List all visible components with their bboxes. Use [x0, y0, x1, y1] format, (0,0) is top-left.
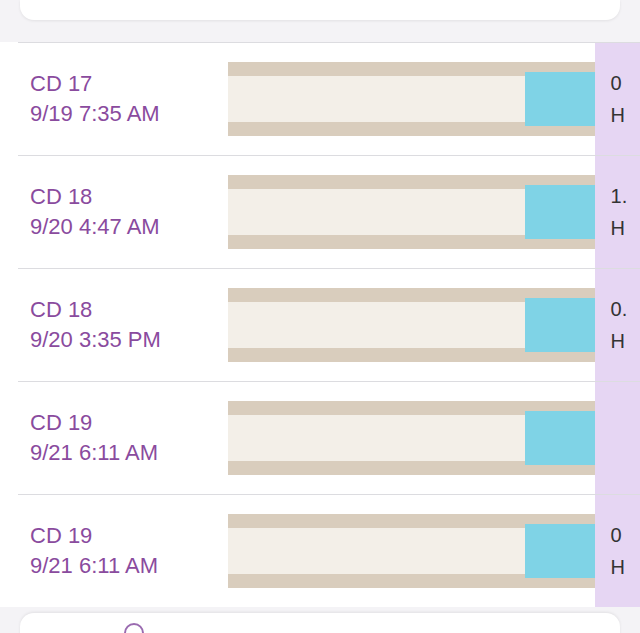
cycle-day: CD 19: [30, 410, 228, 436]
test-date: CD 19 9/21 6:11 AM: [18, 382, 228, 494]
reading-column: 0H: [595, 43, 640, 155]
test-row[interactable]: CD 19 9/21 6:11 AM: [18, 381, 640, 494]
test-date: CD 19 9/21 6:11 AM: [18, 495, 228, 607]
test-date: CD 18 9/20 3:35 PM: [18, 269, 228, 381]
reading-column: 1. H: [595, 156, 640, 268]
test-row[interactable]: CD 18 9/20 4:47 AM 1. H: [18, 155, 640, 268]
test-row[interactable]: CD 199/21 6:11 AM0H: [18, 494, 640, 607]
reading-text: H: [611, 216, 640, 240]
reading-text: 0: [611, 71, 640, 95]
test-date: CD 17 9/19 7:35 AM: [18, 43, 228, 155]
radio-icon[interactable]: [124, 623, 144, 633]
reading-text: H: [611, 555, 640, 579]
test-list: CD 179/19 7:35 AM0HCD 189/20 4:47 AM1.HC…: [0, 42, 640, 607]
reading-text: 0: [611, 523, 640, 547]
cycle-day: CD 18: [30, 184, 228, 210]
test-row[interactable]: CD 18 9/20 3:35 PM 0. H: [18, 268, 640, 381]
test-date: CD 18 9/20 4:47 AM: [18, 156, 228, 268]
reading-column: 0. H: [595, 269, 640, 381]
next-card: [20, 613, 620, 633]
strip-photo[interactable]: [228, 175, 595, 249]
test-row[interactable]: CD 179/19 7:35 AM0H: [18, 42, 640, 155]
cycle-day: CD 17: [30, 71, 228, 97]
strip-photo[interactable]: [228, 62, 595, 136]
reading-text: 0.: [611, 297, 640, 321]
reading-text: H: [611, 329, 640, 353]
test-time: 9/21 6:11 AM: [30, 440, 228, 466]
reading-text: 1.: [611, 184, 640, 208]
test-time: 9/19 7:35 AM: [30, 101, 228, 127]
strip-photo[interactable]: [228, 401, 595, 475]
test-time: 9/20 3:35 PM: [30, 327, 228, 353]
strip-photo[interactable]: [228, 514, 595, 588]
cycle-day: CD 19: [30, 523, 228, 549]
test-time: 9/20 4:47 AM: [30, 214, 228, 240]
reading-text: H: [611, 103, 640, 127]
summary-card: [20, 0, 620, 20]
ovulation-log: CD 179/19 7:35 AM0HCD 189/20 4:47 AM1.HC…: [0, 0, 640, 633]
test-time: 9/21 6:11 AM: [30, 553, 228, 579]
reading-column: [595, 382, 640, 494]
reading-column: 0H: [595, 495, 640, 607]
cycle-day: CD 18: [30, 297, 228, 323]
strip-photo[interactable]: [228, 288, 595, 362]
